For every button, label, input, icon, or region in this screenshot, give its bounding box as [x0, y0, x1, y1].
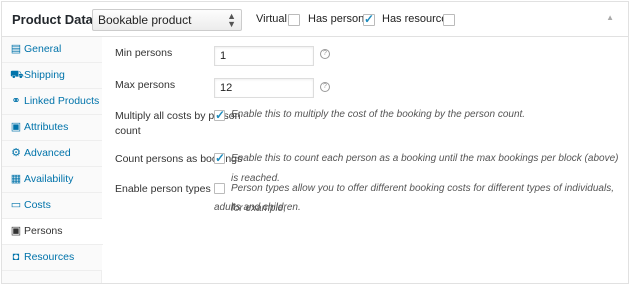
tab-label: Costs: [24, 199, 51, 211]
tab-persons[interactable]: ▣ Persons: [2, 219, 103, 245]
tab-label: Resources: [24, 251, 75, 263]
product-data-tabs: ▤ General ⛟ Shipping ⚭ Linked Products ▣…: [2, 37, 103, 283]
tab-resources[interactable]: ◘ Resources: [2, 245, 102, 271]
min-persons-input[interactable]: 1: [214, 46, 314, 66]
gear-icon: ⚙: [11, 147, 21, 159]
virtual-checkbox[interactable]: [288, 14, 300, 26]
person-icon: ▣: [10, 225, 22, 237]
product-data-header: Product Data — Bookable product ▲ ▼ Virtu…: [2, 2, 628, 37]
max-persons-value: 12: [220, 82, 233, 94]
tab-general[interactable]: ▤ General: [2, 37, 102, 63]
tab-label: Persons: [24, 225, 63, 237]
product-type-select[interactable]: Bookable product ▲ ▼: [92, 9, 242, 31]
check-icon: ✓: [215, 151, 226, 165]
count-persons-checkbox[interactable]: ✓: [214, 151, 226, 165]
tab-attributes[interactable]: ▣ Attributes: [2, 115, 102, 141]
general-icon: ▤: [10, 43, 22, 55]
person-types-description-cont: adults and children.: [214, 202, 301, 213]
calendar-icon: ▦: [10, 173, 22, 185]
tab-label: Attributes: [24, 121, 69, 133]
tab-label: Linked Products: [24, 95, 100, 107]
has-resources-checkbox[interactable]: [443, 14, 455, 26]
min-persons-label: Min persons: [115, 47, 173, 59]
tab-label: Availability: [24, 173, 74, 185]
person-types-label: Enable person types: [115, 183, 211, 195]
max-persons-input[interactable]: 12: [214, 78, 314, 98]
link-icon: ⚭: [11, 95, 21, 107]
triangle-up-icon[interactable]: ▲: [606, 13, 614, 22]
multiply-costs-label-cont: count: [115, 125, 141, 137]
tab-shipping[interactable]: ⛟ Shipping: [2, 63, 102, 89]
check-icon: ✓: [215, 108, 226, 122]
tab-label: General: [24, 43, 62, 55]
tab-costs[interactable]: ▭ Costs: [2, 193, 102, 219]
tab-linked-products[interactable]: ⚭ Linked Products: [2, 89, 102, 115]
tab-label: Advanced: [24, 147, 71, 159]
check-icon: ✓: [364, 12, 375, 26]
truck-icon: ⛟: [10, 69, 24, 81]
help-icon[interactable]: ?: [320, 82, 330, 92]
min-persons-value: 1: [220, 50, 227, 62]
person-types-checkbox[interactable]: [214, 183, 225, 194]
persons-panel: Min persons 1 ? Max persons 12 ? Multipl…: [103, 37, 628, 283]
tab-label: Shipping: [24, 69, 65, 81]
resources-icon: ◘: [12, 251, 20, 263]
product-data-panel: Product Data — Bookable product ▲ ▼ Virtu…: [1, 1, 629, 284]
help-icon[interactable]: ?: [320, 49, 330, 59]
product-type-value: Bookable product: [98, 13, 192, 27]
list-icon: ▣: [10, 121, 22, 133]
costs-icon: ▭: [10, 199, 22, 211]
virtual-label: Virtual:: [256, 13, 291, 25]
multiply-costs-checkbox[interactable]: ✓: [214, 108, 226, 122]
has-persons-checkbox[interactable]: ✓: [363, 12, 375, 26]
multiply-costs-description: Enable this to multiply the cost of the …: [231, 109, 526, 120]
tab-advanced[interactable]: ⚙ Advanced: [2, 141, 102, 167]
tab-availability[interactable]: ▦ Availability: [2, 167, 102, 193]
select-arrows-icon: ▲ ▼: [227, 11, 236, 29]
max-persons-label: Max persons: [115, 79, 176, 91]
